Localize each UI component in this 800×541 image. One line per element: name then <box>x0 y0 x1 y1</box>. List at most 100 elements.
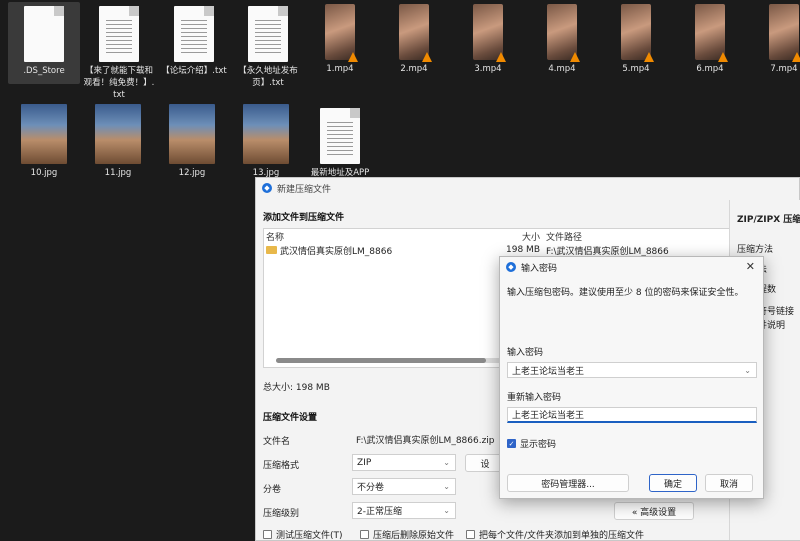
file-row[interactable]: 武汉情侣真实原创LM_8866 198 MB F:\武汉情侣真实原创LM_886… <box>264 243 751 257</box>
vlc-cone-icon <box>792 52 800 62</box>
delete-after-checkbox[interactable]: 压缩后删除原始文件 <box>360 528 454 541</box>
test-archive-checkbox[interactable]: 测试压缩文件(T) <box>263 528 343 541</box>
desktop-file[interactable]: 【永久地址发布页】.txt <box>232 2 304 89</box>
file-row-path: F:\武汉情侣真实原创LM_8866 <box>546 246 669 257</box>
file-list-header: 名称 大小 文件路径 <box>264 229 751 243</box>
vlc-cone-icon <box>422 52 432 62</box>
checkbox[interactable] <box>360 530 369 539</box>
filename-value[interactable]: F:\武汉情侣真实原创LM_8866.zip <box>356 433 495 446</box>
desktop-file[interactable]: 5.mp4 <box>600 2 672 75</box>
format-select[interactable]: ZIP ⌄ <box>352 454 456 471</box>
password-input-value: 上老王论坛当老王 <box>512 366 585 377</box>
desktop-file-label: 12.jpg <box>178 168 206 178</box>
desktop-file[interactable]: 11.jpg <box>82 104 154 179</box>
add-files-heading: 添加文件到压缩文件 <box>263 213 345 223</box>
desktop-file[interactable]: 2.mp4 <box>378 2 450 75</box>
desktop-file-label: 11.jpg <box>104 168 132 178</box>
test-archive-label: 测试压缩文件(T) <box>276 531 343 541</box>
vlc-cone-icon <box>570 52 580 62</box>
split-select-value: 不分卷 <box>357 483 385 493</box>
split-label: 分卷 <box>263 485 282 495</box>
window-titlebar: ◆ 新建压缩文件 <box>256 178 799 198</box>
separate-archives-label: 把每个文件/文件夹添加到单独的压缩文件 <box>479 531 645 541</box>
desktop-file[interactable]: 1.mp4 <box>304 2 376 75</box>
desktop-file-label: 10.jpg <box>30 168 58 178</box>
desktop-file[interactable]: 【论坛介绍】.txt <box>158 2 230 77</box>
desktop-file-label: 2.mp4 <box>400 64 428 74</box>
password-input[interactable]: 上老王论坛当老王 ⌄ <box>507 362 757 378</box>
video-thumbnail-icon <box>473 4 506 62</box>
video-thumbnail-icon <box>695 4 728 62</box>
reenter-input-value: 上老王论坛当老王 <box>512 411 585 421</box>
text-file-icon <box>99 6 139 62</box>
desktop-file-label: 4.mp4 <box>548 64 576 74</box>
video-thumbnail-icon <box>621 4 654 62</box>
level-label: 压缩级别 <box>263 509 300 519</box>
password-manager-button[interactable]: 密码管理器... <box>507 474 629 492</box>
chevron-down-icon: ⌄ <box>443 506 450 515</box>
column-path[interactable]: 文件路径 <box>540 230 582 243</box>
video-thumbnail-icon <box>769 4 800 62</box>
desktop-file-label: 3.mp4 <box>474 64 502 74</box>
column-name[interactable]: 名称 <box>264 230 506 243</box>
checkbox[interactable] <box>263 530 272 539</box>
separate-archives-checkbox[interactable]: 把每个文件/文件夹添加到单独的压缩文件 <box>466 528 644 541</box>
desktop-file[interactable]: 最新地址及APP <box>304 104 376 179</box>
checkbox-checked[interactable]: ✓ <box>507 439 516 448</box>
level-select-value: 2-正常压缩 <box>357 507 402 517</box>
file-row-name: 武汉情侣真实原创LM_8866 <box>280 246 393 257</box>
desktop-file-label: 【论坛介绍】.txt <box>161 66 227 76</box>
file-row-size: 198 MB <box>506 245 540 255</box>
desktop-file[interactable]: 12.jpg <box>156 104 228 179</box>
desktop-file-label: 【永久地址发布页】.txt <box>238 66 298 88</box>
image-thumbnail-icon <box>21 104 67 164</box>
image-thumbnail-icon <box>95 104 141 164</box>
desktop-file[interactable]: 【来了就能下载和观看！纯免费！】.txt <box>83 2 155 101</box>
desktop-file[interactable]: 13.jpg <box>230 104 302 179</box>
show-password-checkbox[interactable]: ✓ 显示密码 <box>507 437 556 450</box>
format-label: 压缩格式 <box>263 461 300 471</box>
checkbox[interactable] <box>466 530 475 539</box>
compress-method-label: 压缩方法 <box>737 245 774 255</box>
settings-heading: 压缩文件设置 <box>263 413 318 423</box>
total-size: 总大小: 198 MB <box>263 383 330 393</box>
vlc-cone-icon <box>348 52 358 62</box>
desktop-file[interactable]: 4.mp4 <box>526 2 598 75</box>
text-file-icon <box>320 108 360 164</box>
desktop-file[interactable]: 6.mp4 <box>674 2 746 75</box>
video-thumbnail-icon <box>399 4 432 62</box>
desktop-file[interactable]: 7.mp4 <box>748 2 800 75</box>
image-thumbnail-icon <box>169 104 215 164</box>
chevron-down-icon: ⌄ <box>443 458 450 467</box>
desktop-file[interactable]: 3.mp4 <box>452 2 524 75</box>
desktop-file-label: 5.mp4 <box>622 64 650 74</box>
zip-settings-heading: ZIP/ZIPX 压缩设 <box>737 215 800 225</box>
window-title: 新建压缩文件 <box>277 184 332 195</box>
close-icon[interactable]: ✕ <box>746 260 755 273</box>
split-select[interactable]: 不分卷 ⌄ <box>352 478 456 495</box>
ok-button[interactable]: 确定 <box>649 474 697 492</box>
app-icon: ◆ <box>262 183 272 193</box>
vlc-cone-icon <box>644 52 654 62</box>
dialog-title: 输入密码 <box>521 263 558 274</box>
column-size[interactable]: 大小 <box>506 230 540 243</box>
image-thumbnail-icon <box>243 104 289 164</box>
text-file-icon <box>174 6 214 62</box>
desktop-file[interactable]: 10.jpg <box>8 104 80 179</box>
level-select[interactable]: 2-正常压缩 ⌄ <box>352 502 456 519</box>
desktop-file-label: 1.mp4 <box>326 64 354 74</box>
show-password-label: 显示密码 <box>520 440 557 450</box>
desktop-file-label: 6.mp4 <box>696 64 724 74</box>
desktop-file[interactable]: .DS_Store <box>8 2 80 84</box>
chevron-down-icon[interactable]: ⌄ <box>744 366 751 375</box>
cancel-button[interactable]: 取消 <box>705 474 753 492</box>
advanced-settings-button[interactable]: « 高级设置 <box>614 502 694 520</box>
dialog-titlebar: ◆ 输入密码 <box>500 257 763 277</box>
vlc-cone-icon <box>496 52 506 62</box>
video-thumbnail-icon <box>547 4 580 62</box>
password-dialog: ◆ 输入密码 ✕ 输入压缩包密码。建议使用至少 8 位的密码来保证安全性。 输入… <box>499 256 764 499</box>
chevron-down-icon: ⌄ <box>443 482 450 491</box>
reenter-password-input[interactable]: 上老王论坛当老王 <box>507 407 757 423</box>
format-select-value: ZIP <box>357 457 372 468</box>
text-file-icon <box>248 6 288 62</box>
